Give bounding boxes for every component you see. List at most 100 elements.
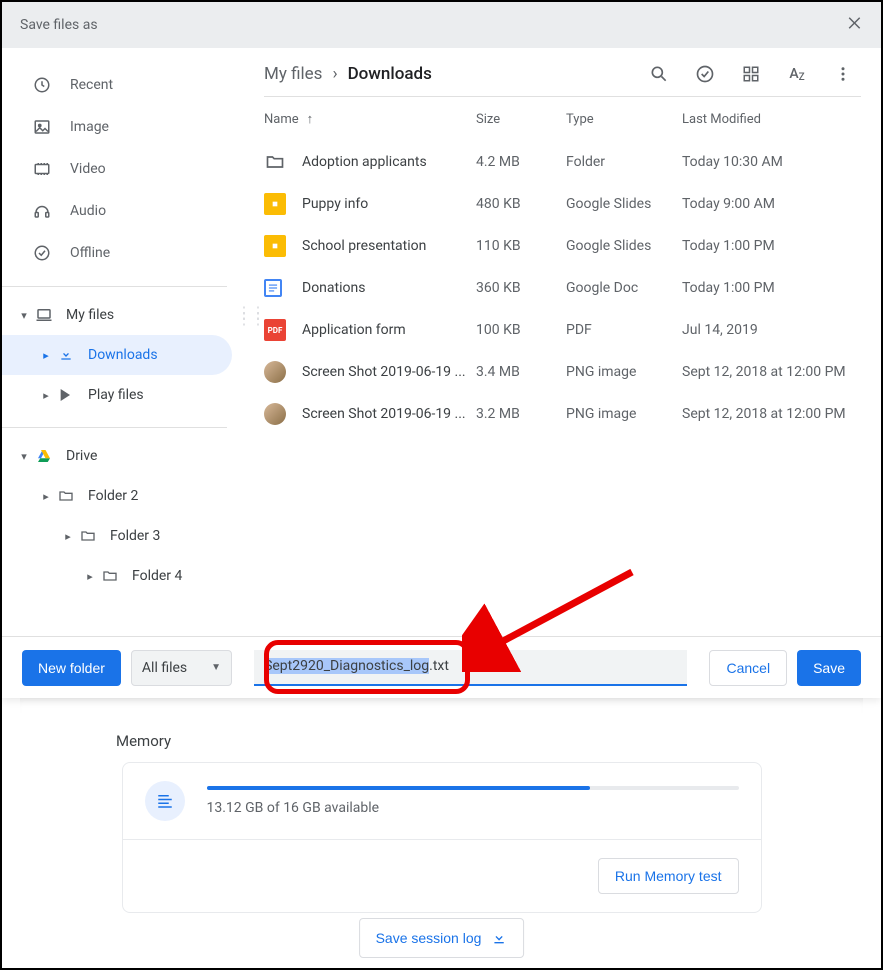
download-icon (491, 930, 507, 946)
file-modified: Today 1:00 PM (682, 238, 861, 254)
column-name[interactable]: Name ↑ (264, 111, 476, 127)
sidebar-item-image[interactable]: Image (2, 106, 252, 148)
file-row[interactable]: School presentation 110 KB Google Slides… (252, 225, 861, 267)
close-icon[interactable] (845, 14, 863, 36)
check-circle-icon[interactable] (695, 64, 715, 84)
sort-arrow-up-icon: ↑ (307, 111, 314, 127)
sidebar-item-label: Audio (70, 203, 106, 219)
file-type-dropdown[interactable]: All files ▼ (131, 650, 232, 686)
image-icon (32, 117, 52, 137)
folder-icon (78, 526, 98, 546)
file-type: Google Doc (566, 280, 682, 296)
chevron-down-icon: ▼ (211, 662, 221, 673)
tree-play-files[interactable]: ▸ Play files (2, 375, 252, 415)
tree-play-files-label: Play files (88, 387, 144, 403)
file-row[interactable]: Adoption applicants 4.2 MB Folder Today … (252, 141, 861, 183)
laptop-icon (34, 305, 54, 325)
file-modified: Jul 14, 2019 (682, 322, 861, 338)
file-row[interactable]: PDF Application form 100 KB PDF Jul 14, … (252, 309, 861, 351)
tree-drive[interactable]: ▾ Drive (2, 436, 252, 476)
file-size: 110 KB (476, 238, 566, 254)
tree-my-files[interactable]: ▾ My files (2, 295, 252, 335)
save-session-log-label: Save session log (376, 930, 482, 946)
tree-drive-label: Drive (66, 448, 97, 464)
sort-az-icon[interactable]: AZ (787, 64, 807, 84)
tree-folder-4[interactable]: ▸ Folder 4 (2, 556, 252, 596)
tree-my-files-label: My files (66, 307, 114, 323)
breadcrumb-parent[interactable]: My files (264, 64, 322, 84)
tree-downloads[interactable]: ▸ Downloads (2, 335, 232, 375)
slides-icon (264, 193, 302, 215)
img-icon (264, 361, 302, 383)
file-type: PNG image (566, 364, 682, 380)
save-button[interactable]: Save (797, 650, 861, 686)
sidebar-item-audio[interactable]: Audio (2, 190, 252, 232)
sidebar-item-label: Image (70, 119, 109, 135)
save-session-log-button[interactable]: Save session log (359, 918, 525, 958)
file-name: Application form (302, 322, 476, 338)
google-drive-icon (34, 446, 54, 466)
search-icon[interactable] (649, 64, 669, 84)
file-type: Google Slides (566, 196, 682, 212)
dialog-footer: New folder All files ▼ Sept2920_Diagnost… (2, 636, 881, 698)
chevron-right-icon: ▸ (36, 389, 56, 402)
file-type-label: All files (142, 660, 187, 676)
chevron-down-icon: ▾ (14, 450, 34, 463)
file-row[interactable]: Donations 360 KB Google Doc Today 1:00 P… (252, 267, 861, 309)
file-name: School presentation (302, 238, 476, 254)
more-options-icon[interactable] (833, 64, 853, 84)
file-modified: Today 10:30 AM (682, 154, 861, 170)
file-modified: Today 9:00 AM (682, 196, 861, 212)
file-list-panel: My files › Downloads AZ Name ↑ S (252, 48, 881, 636)
breadcrumb-current: Downloads (348, 64, 432, 84)
file-row[interactable]: Screen Shot 2019-06-19 ... 3.4 MB PNG im… (252, 351, 861, 393)
file-modified: Sept 12, 2018 at 12:00 PM (682, 364, 861, 380)
chevron-right-icon: ▸ (80, 570, 100, 583)
file-type: Google Slides (566, 238, 682, 254)
folder-icon (264, 151, 302, 173)
grid-view-icon[interactable] (741, 64, 761, 84)
file-type: PDF (566, 322, 682, 338)
offline-icon (32, 243, 52, 263)
column-type[interactable]: Type (566, 112, 682, 127)
tree-folder-2[interactable]: ▸ Folder 2 (2, 476, 252, 516)
sidebar-item-offline[interactable]: Offline (2, 232, 252, 274)
resize-handle-icon[interactable]: ⋮⋮⋮⋮ (236, 310, 264, 322)
file-row[interactable]: Screen Shot 2019-06-19 ... 3.2 MB PNG im… (252, 393, 861, 435)
sidebar-item-recent[interactable]: Recent (2, 64, 252, 106)
column-size[interactable]: Size (476, 112, 566, 127)
save-file-dialog: Save files as Recent Image Video Audio Offli… (2, 2, 881, 698)
file-row[interactable]: Puppy info 480 KB Google Slides Today 9:… (252, 183, 861, 225)
sidebar: RecentImageVideoAudioOffline ⋮⋮⋮⋮ ▾ My f… (2, 48, 252, 636)
memory-icon (145, 781, 185, 821)
download-icon (56, 345, 76, 365)
folder-icon (100, 566, 120, 586)
memory-available-text: 13.12 GB of 16 GB available (207, 800, 739, 816)
dialog-title-text: Save files as (20, 17, 98, 33)
new-folder-button[interactable]: New folder (22, 650, 121, 686)
file-name: Screen Shot 2019-06-19 ... (302, 364, 476, 380)
filename-input[interactable] (254, 650, 687, 686)
audio-icon (32, 201, 52, 221)
sidebar-item-label: Video (70, 161, 106, 177)
file-size: 360 KB (476, 280, 566, 296)
dialog-titlebar: Save files as (2, 2, 881, 48)
file-name: Puppy info (302, 196, 476, 212)
cancel-button[interactable]: Cancel (709, 650, 787, 686)
file-name: Donations (302, 280, 476, 296)
chevron-down-icon: ▾ (14, 309, 34, 322)
chevron-right-icon: ▸ (36, 349, 56, 362)
column-modified[interactable]: Last Modified (682, 112, 861, 127)
tree-folder-4-label: Folder 4 (132, 568, 182, 584)
folder-icon (56, 486, 76, 506)
file-type: Folder (566, 154, 682, 170)
file-size: 3.2 MB (476, 406, 566, 422)
file-name: Screen Shot 2019-06-19 ... (302, 406, 476, 422)
img-icon (264, 403, 302, 425)
sidebar-item-video[interactable]: Video (2, 148, 252, 190)
tree-folder-3[interactable]: ▸ Folder 3 (2, 516, 252, 556)
sidebar-item-label: Offline (70, 245, 110, 261)
run-memory-test-button[interactable]: Run Memory test (598, 858, 739, 894)
chevron-right-icon: › (332, 64, 337, 84)
file-size: 4.2 MB (476, 154, 566, 170)
